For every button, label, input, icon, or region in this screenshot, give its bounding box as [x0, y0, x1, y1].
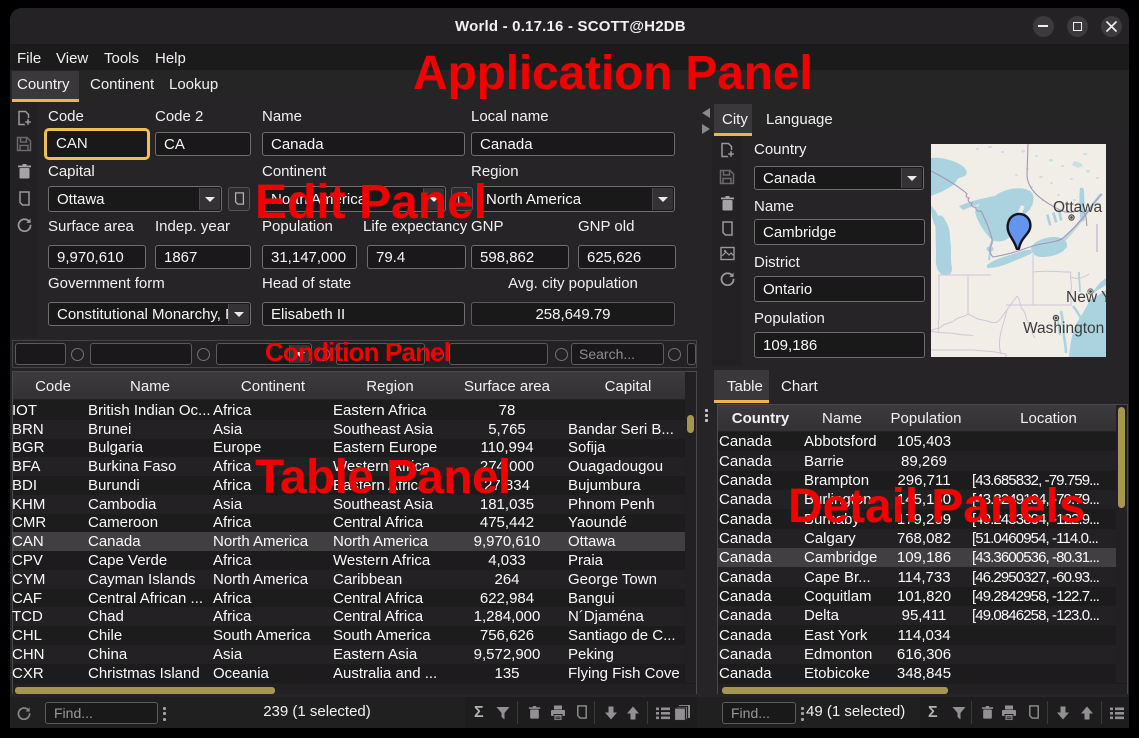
svg-text:New Yo: New Yo: [1066, 289, 1106, 306]
svg-text:Washington: Washington: [1023, 320, 1104, 337]
svg-text:Ottawa: Ottawa: [1053, 199, 1102, 216]
